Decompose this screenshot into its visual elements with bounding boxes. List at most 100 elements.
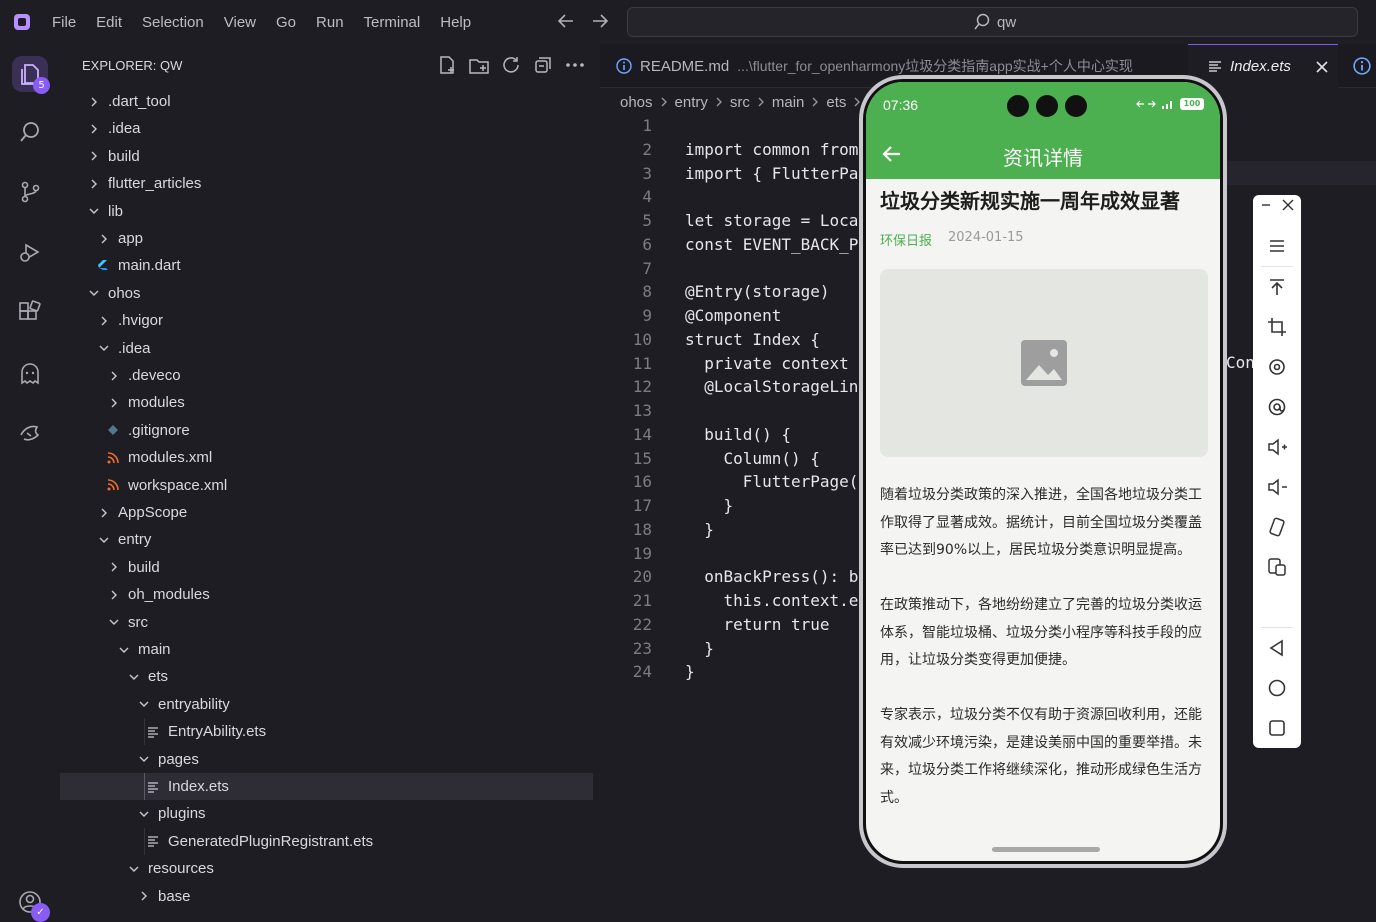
source-control-icon	[21, 181, 40, 203]
chevron-right-icon	[96, 313, 112, 329]
menu-go[interactable]: Go	[266, 14, 306, 31]
tree-folder[interactable]: build	[60, 554, 593, 581]
tree-folder[interactable]: build	[60, 143, 593, 170]
close-icon[interactable]	[1280, 197, 1296, 213]
tree-folder[interactable]: ets	[60, 663, 593, 690]
line-number: 12	[632, 377, 652, 397]
menu-view[interactable]: View	[214, 14, 266, 31]
assistant-activity-button[interactable]	[12, 356, 48, 392]
tree-folder[interactable]: flutter_articles	[60, 170, 593, 197]
screenshot-crop-icon[interactable]	[1265, 315, 1289, 339]
tree-folder[interactable]: plugins	[60, 800, 593, 827]
menu-help[interactable]: Help	[430, 14, 481, 31]
line-number: 7	[642, 258, 652, 278]
location-icon[interactable]	[1265, 395, 1289, 419]
breadcrumb-item[interactable]: ets	[826, 94, 846, 111]
extensions-activity-button[interactable]	[12, 295, 48, 331]
collapse-all-icon[interactable]	[532, 54, 554, 76]
tree-file[interactable]: Index.ets	[60, 773, 593, 800]
close-icon[interactable]	[1315, 60, 1329, 74]
indent-guide	[144, 773, 145, 800]
menu-run[interactable]: Run	[306, 14, 354, 31]
chevron-right-icon	[810, 94, 820, 111]
new-folder-icon[interactable]	[468, 54, 490, 76]
tree-folder[interactable]: pages	[60, 746, 593, 773]
rotate-device-icon[interactable]	[1265, 515, 1289, 539]
camera-cutout-icon	[1007, 95, 1029, 117]
tree-file[interactable]: main.dart	[60, 252, 593, 279]
more-actions-icon[interactable]	[564, 54, 586, 76]
tree-folder[interactable]: app	[60, 225, 593, 252]
info-icon[interactable]	[1353, 57, 1371, 75]
menu-selection[interactable]: Selection	[132, 14, 214, 31]
code-text: private context	[685, 353, 849, 373]
accounts-activity-button[interactable]: ✓	[12, 884, 50, 922]
breadcrumb-item[interactable]: main	[772, 94, 805, 111]
new-file-icon[interactable]	[436, 54, 458, 76]
tree-folder[interactable]: oh_modules	[60, 581, 593, 608]
tree-file[interactable]: GeneratedPluginRegistrant.ets	[60, 827, 593, 855]
remote-activity-button[interactable]	[12, 416, 48, 452]
git-file-icon	[106, 423, 120, 437]
nav-back-icon[interactable]	[1265, 636, 1289, 660]
phone-screen[interactable]: 07:36 100 资讯详情 垃圾分类新规实施一周年成效显著 环保日报 2024…	[866, 82, 1220, 861]
tree-folder[interactable]: .deveco	[60, 362, 593, 389]
volume-down-icon[interactable]	[1265, 475, 1289, 499]
tree-item-label: EntryAbility.ets	[168, 723, 267, 741]
chevron-down-icon	[126, 669, 142, 685]
tree-folder[interactable]: base	[60, 883, 593, 910]
nav-home-icon[interactable]	[1265, 676, 1289, 700]
tree-folder[interactable]: entryability	[60, 691, 593, 718]
refresh-icon[interactable]	[500, 54, 522, 76]
code-peek-text: Con	[1226, 353, 1255, 372]
article-image-placeholder	[880, 269, 1208, 457]
nav-recents-icon[interactable]	[1265, 716, 1289, 740]
tree-folder[interactable]: modules	[60, 389, 593, 416]
code-text: }	[685, 638, 714, 658]
command-center-search[interactable]: qw	[627, 7, 1358, 37]
menu-file[interactable]: File	[42, 14, 86, 31]
tree-folder[interactable]: AppScope	[60, 499, 593, 526]
minimize-icon[interactable]	[1258, 197, 1274, 213]
volume-up-icon[interactable]	[1265, 435, 1289, 459]
tree-file[interactable]: modules.xml	[60, 444, 593, 471]
tree-folder[interactable]: resources	[60, 855, 593, 882]
back-arrow-icon[interactable]	[556, 10, 576, 32]
tree-folder[interactable]: ohos	[60, 280, 593, 307]
tree-item-label: pages	[158, 750, 199, 768]
tree-folder[interactable]: .idea	[60, 115, 593, 142]
source-control-activity-button[interactable]	[12, 174, 48, 210]
menu-terminal[interactable]: Terminal	[354, 14, 431, 31]
line-number: 9	[642, 306, 652, 325]
breadcrumb-item[interactable]: entry	[675, 94, 708, 111]
pin-top-icon[interactable]	[1265, 275, 1289, 299]
multi-device-icon[interactable]	[1265, 555, 1289, 579]
menu-icon[interactable]	[1265, 234, 1289, 258]
tree-file[interactable]: EntryAbility.ets	[60, 718, 593, 746]
home-indicator[interactable]	[992, 847, 1100, 852]
menu-edit[interactable]: Edit	[86, 14, 132, 31]
chevron-right-icon	[86, 148, 102, 164]
line-number: 8	[642, 282, 652, 302]
line-number: 2	[642, 139, 652, 159]
tree-item-label: build	[128, 558, 160, 576]
forward-arrow-icon[interactable]	[590, 10, 610, 32]
explorer-activity-button[interactable]: 5	[12, 56, 50, 94]
breadcrumb-item[interactable]: ohos	[620, 94, 653, 111]
tree-file[interactable]: .gitignore	[60, 417, 593, 444]
rotate-icon[interactable]	[1265, 355, 1289, 379]
tree-folder[interactable]: src	[60, 609, 593, 636]
run-debug-activity-button[interactable]	[12, 234, 48, 270]
app-logo-icon	[14, 14, 30, 30]
tree-folder[interactable]: lib	[60, 198, 593, 225]
search-activity-button[interactable]	[12, 114, 48, 150]
tree-folder[interactable]: entry	[60, 526, 593, 553]
tree-folder[interactable]: .dart_tool	[60, 88, 593, 115]
tree-folder[interactable]: .idea	[60, 335, 593, 362]
breadcrumb-item[interactable]: src	[730, 94, 750, 111]
tree-folder[interactable]: .hvigor	[60, 307, 593, 334]
tab-readme-name: README.md	[640, 57, 730, 75]
menu-bar: File Edit Selection View Go Run Terminal…	[42, 14, 481, 31]
tree-file[interactable]: workspace.xml	[60, 472, 593, 499]
tree-folder[interactable]: main	[60, 636, 593, 663]
